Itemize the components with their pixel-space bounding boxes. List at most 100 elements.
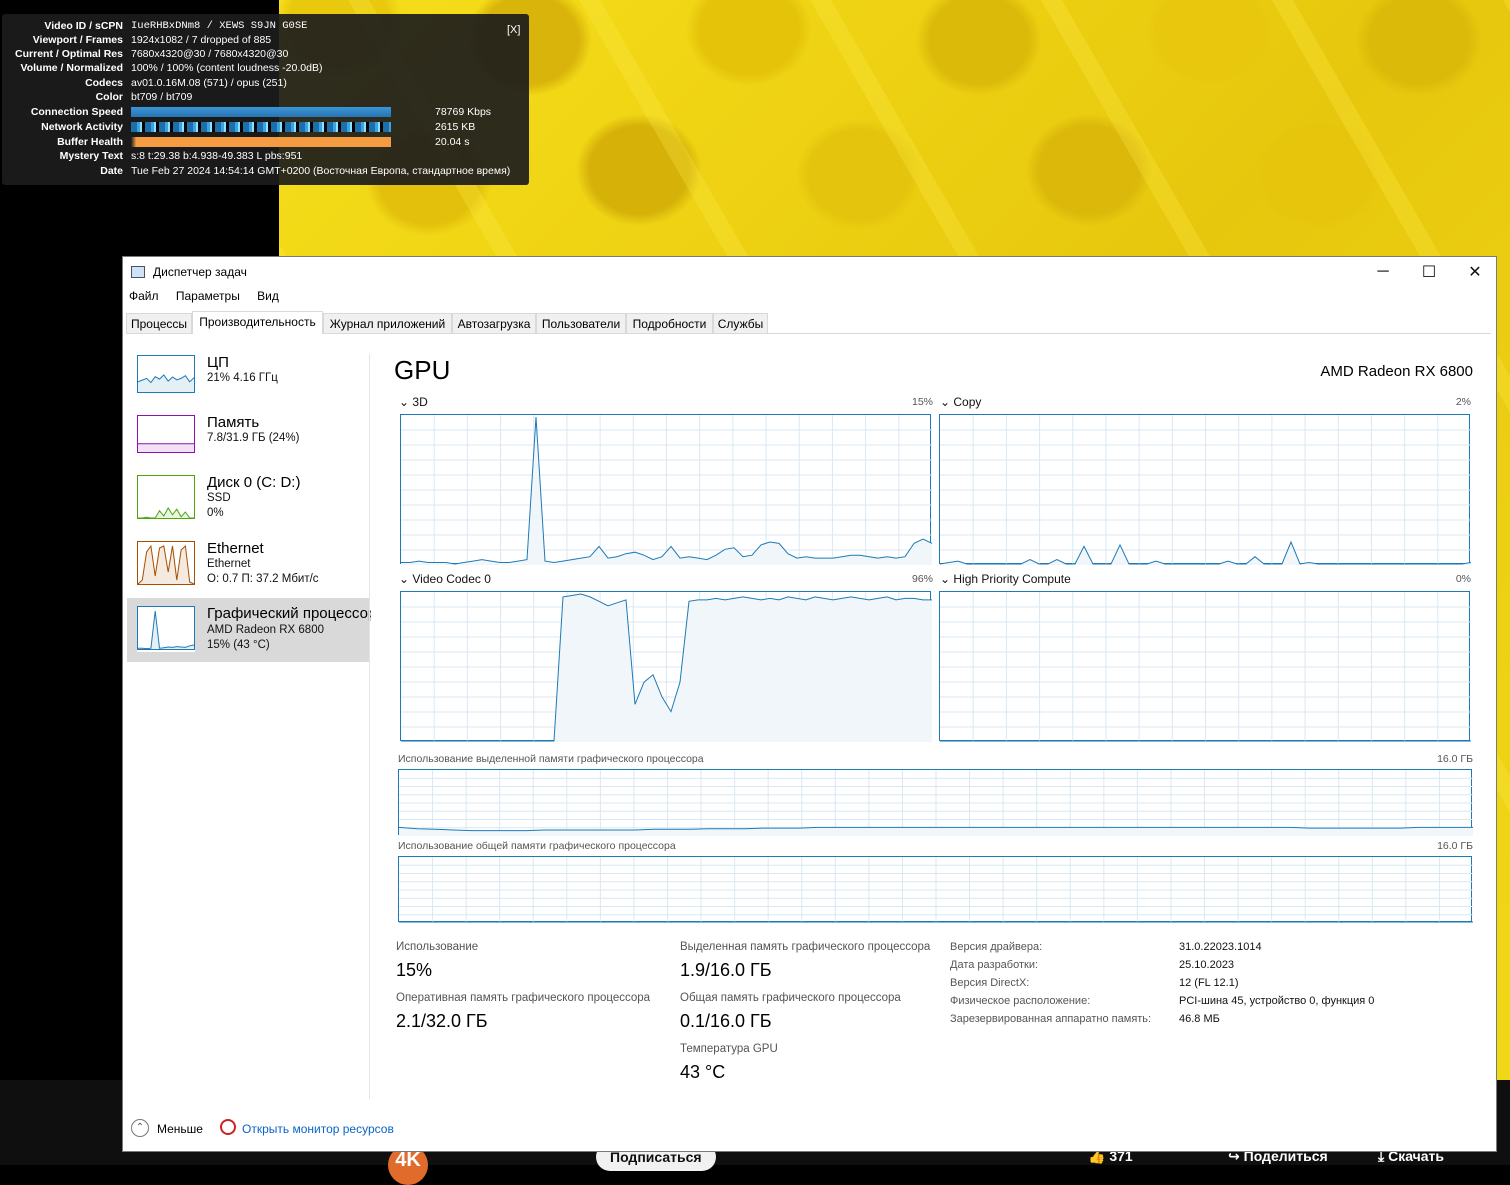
network-bar: [131, 122, 391, 132]
directx-version-label: Версия DirectX:: [950, 977, 1030, 989]
engine-compute-percent: 0%: [1455, 573, 1471, 585]
sidebar-item-detail: 21% 4.16 ГГц: [207, 372, 278, 384]
sidebar-item-detail: SSD: [207, 492, 231, 504]
sidebar-item-usage: 15% (43 °C): [207, 639, 270, 651]
dedicated-memory-stat-label: Выделенная память графического процессор…: [680, 941, 931, 953]
graph-3d: [400, 414, 932, 565]
directx-version-value: 12 (FL 12.1): [1179, 977, 1239, 989]
tab-performance[interactable]: Производительность: [192, 311, 323, 334]
stats-key: Codecs: [85, 77, 123, 89]
sidebar-item-disk[interactable]: Диск 0 (C: D:) SSD 0%: [127, 470, 370, 535]
open-resource-monitor-link[interactable]: Открыть монитор ресурсов: [242, 1122, 394, 1136]
stats-value: 100% / 100% (content loudness -20.0dB): [131, 62, 323, 74]
stats-key: Color: [95, 91, 123, 103]
driver-date-value: 25.10.2023: [1179, 959, 1235, 971]
reserved-memory-value: 46.8 МБ: [1179, 1013, 1220, 1025]
stats-key: Mystery Text: [59, 150, 123, 162]
chevron-up-icon[interactable]: ⌃: [131, 1119, 149, 1137]
gpu-mini-graph: [137, 606, 195, 652]
sidebar-divider: [369, 354, 370, 1099]
gpu-temperature-label: Температура GPU: [680, 1043, 778, 1055]
engine-name: 3D: [412, 395, 428, 409]
menu-view[interactable]: Вид: [257, 289, 279, 303]
engine-name: Copy: [953, 395, 982, 409]
driver-date-label: Дата разработки:: [950, 959, 1039, 971]
sidebar-item-throughput: О: 0.7 П: 37.2 Мбит/с: [207, 573, 319, 585]
menu-options[interactable]: Параметры: [176, 289, 240, 303]
sidebar-item-gpu[interactable]: Графический процессор 0 AMD Radeon RX 68…: [127, 598, 371, 662]
menu-bar: Файл Параметры Вид: [129, 289, 293, 303]
shared-memory-stat-value: 0.1/16.0 ГБ: [680, 1011, 772, 1031]
maximize-button[interactable]: ☐: [1406, 257, 1452, 287]
ethernet-mini-graph: [137, 541, 195, 587]
tab-app-history[interactable]: Журнал приложений: [323, 313, 452, 333]
disk-mini-graph: [137, 475, 195, 521]
tab-details[interactable]: Подробности: [626, 313, 713, 333]
mini-graph-area: [138, 443, 194, 452]
tab-startup[interactable]: Автозагрузка: [452, 313, 536, 333]
shared-memory-label: Использование общей памяти графического …: [398, 840, 676, 852]
stats-value: 7680x4320@30 / 7680x4320@30: [131, 48, 289, 60]
task-manager-app-icon: [131, 266, 145, 278]
stats-key: Viewport / Frames: [32, 34, 123, 46]
sidebar-item-label: Графический процессор 0: [207, 605, 371, 622]
sidebar-item-label: Диск 0 (C: D:): [207, 474, 301, 491]
sidebar-item-memory[interactable]: Память 7.8/31.9 ГБ (24%): [127, 410, 370, 475]
resource-monitor-icon: [220, 1119, 236, 1135]
stats-value: IueRHBxDNm8 / XEWS S9JN G0SE: [131, 20, 308, 32]
stats-close-button[interactable]: [X]: [507, 24, 520, 36]
footer: ⌃ Меньше Открыть монитор ресурсов: [123, 1117, 1496, 1151]
graph-high-priority-compute: [939, 591, 1471, 742]
gpu-ram-value: 2.1/32.0 ГБ: [396, 1011, 488, 1031]
menu-file[interactable]: Файл: [129, 289, 159, 303]
tab-users[interactable]: Пользователи: [536, 313, 626, 333]
task-manager-window: Диспетчер задач ─ ☐ ✕ Файл Параметры Вид…: [122, 256, 1497, 1152]
sidebar-item-label: Память: [207, 414, 260, 431]
sidebar-item-ethernet[interactable]: Ethernet Ethernet О: 0.7 П: 37.2 Мбит/с: [127, 536, 370, 601]
shared-memory-stat-label: Общая память графического процессора: [680, 992, 901, 1004]
stats-key: Connection Speed: [30, 106, 123, 118]
title-bar[interactable]: Диспетчер задач ─ ☐ ✕: [123, 257, 1496, 287]
mini-graph-frame: [137, 606, 195, 650]
sidebar-item-label: ЦП: [207, 354, 229, 371]
engine-name: Video Codec 0: [412, 572, 491, 586]
tab-processes[interactable]: Процессы: [126, 313, 192, 333]
tab-services[interactable]: Службы: [713, 313, 768, 333]
stats-key: Volume / Normalized: [20, 62, 124, 74]
stats-value: 1924x1082 / 7 dropped of 885: [131, 34, 272, 46]
usage-value: 15%: [396, 960, 433, 980]
engine-3d-percent: 15%: [911, 396, 933, 408]
stats-value: av01.0.16M.08 (571) / opus (251): [131, 77, 287, 89]
sidebar-item-cpu[interactable]: ЦП 21% 4.16 ГГц: [127, 350, 370, 415]
graph-copy: [939, 414, 1471, 565]
driver-version-label: Версия драйвера:: [950, 941, 1043, 953]
memory-mini-graph: [137, 415, 195, 455]
page-title: GPU: [394, 355, 451, 385]
stats-value: bt709 / bt709: [131, 91, 193, 103]
sidebar-item-label: Ethernet: [207, 540, 264, 557]
engine-copy-title[interactable]: ⌄ Copy: [940, 395, 981, 409]
stats-key: Network Activity: [41, 121, 123, 133]
close-button[interactable]: ✕: [1452, 257, 1498, 287]
engine-3d-title[interactable]: ⌄ 3D: [399, 395, 428, 409]
engine-video-codec-percent: 96%: [911, 573, 933, 585]
stats-value: 78769 Kbps: [435, 106, 492, 118]
graph-area: [399, 827, 1473, 836]
buffer-bar: [131, 137, 391, 147]
fewer-details-button[interactable]: Меньше: [157, 1122, 203, 1136]
engine-copy-percent: 2%: [1455, 396, 1471, 408]
sidebar-item-detail: 7.8/31.9 ГБ (24%): [207, 432, 300, 444]
stats-key: Current / Optimal Res: [15, 48, 123, 60]
dedicated-memory-max: 16.0 ГБ: [1437, 753, 1473, 765]
minimize-button[interactable]: ─: [1360, 257, 1406, 287]
gpu-model: AMD Radeon RX 6800: [1320, 363, 1473, 380]
gpu-ram-label: Оперативная память графического процессо…: [396, 992, 651, 1004]
dedicated-memory-label: Использование выделенной памяти графичес…: [398, 753, 704, 765]
engine-compute-title[interactable]: ⌄ High Priority Compute: [940, 572, 1071, 586]
engine-video-codec-title[interactable]: ⌄ Video Codec 0: [399, 572, 491, 586]
sidebar-item-usage: 0%: [207, 507, 224, 519]
speed-bar: [131, 107, 391, 117]
dedicated-memory-stat-value: 1.9/16.0 ГБ: [680, 960, 772, 980]
sidebar-item-detail: AMD Radeon RX 6800: [207, 624, 324, 636]
tab-bar: Процессы Производительность Журнал прило…: [126, 311, 1491, 334]
